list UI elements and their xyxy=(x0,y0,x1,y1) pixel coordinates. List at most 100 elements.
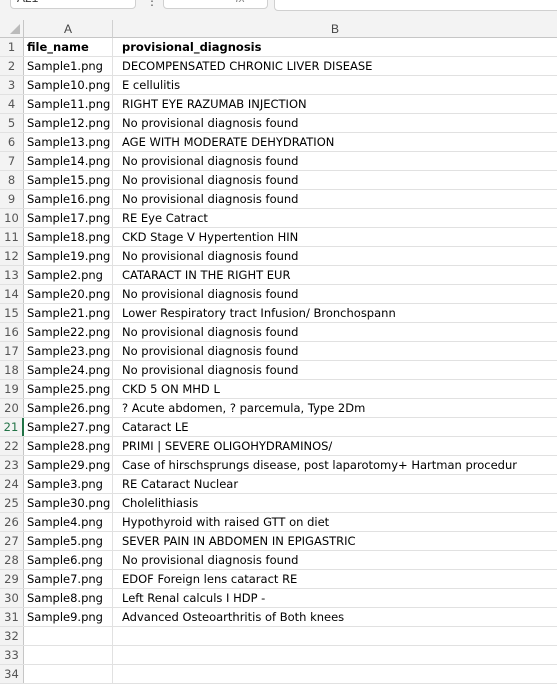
cell[interactable]: RE Cataract Nuclear xyxy=(113,475,557,493)
cell[interactable]: Sample6.png xyxy=(24,551,113,569)
cell[interactable]: No provisional diagnosis found xyxy=(113,285,557,303)
cell[interactable]: Cataract LE xyxy=(113,418,557,436)
cell[interactable]: Sample25.png xyxy=(24,380,113,398)
row-header[interactable]: 26 xyxy=(0,513,24,531)
row-header[interactable]: 5 xyxy=(0,114,24,132)
row-header[interactable]: 33 xyxy=(0,646,24,664)
cell[interactable]: Advanced Osteoarthritis of Both knees xyxy=(113,608,557,626)
cell[interactable]: No provisional diagnosis found xyxy=(113,152,557,170)
cell[interactable]: Sample15.png xyxy=(24,171,113,189)
cell[interactable]: Sample18.png xyxy=(24,228,113,246)
row-header[interactable]: 6 xyxy=(0,133,24,151)
cell[interactable]: ? Acute abdomen, ? parcemula, Type 2Dm xyxy=(113,399,557,417)
row-header[interactable]: 31 xyxy=(0,608,24,626)
cell[interactable]: No provisional diagnosis found xyxy=(113,323,557,341)
cell[interactable]: Cholelithiasis xyxy=(113,494,557,512)
column-header-a[interactable]: A xyxy=(24,20,113,38)
cell[interactable]: Sample13.png xyxy=(24,133,113,151)
cell[interactable]: SEVER PAIN IN ABDOMEN IN EPIGASTRIC xyxy=(113,532,557,550)
row-header[interactable]: 22 xyxy=(0,437,24,455)
cell[interactable]: Sample14.png xyxy=(24,152,113,170)
cell[interactable]: DECOMPENSATED CHRONIC LIVER DISEASE xyxy=(113,57,557,75)
row-header[interactable]: 32 xyxy=(0,627,24,645)
row-header[interactable]: 13 xyxy=(0,266,24,284)
row-header[interactable]: 27 xyxy=(0,532,24,550)
row-header[interactable]: 23 xyxy=(0,456,24,474)
cell[interactable]: PRIMI | SEVERE OLIGOHYDRAMINOS/ xyxy=(113,437,557,455)
row-header[interactable]: 19 xyxy=(0,380,24,398)
row-header[interactable]: 14 xyxy=(0,285,24,303)
row-header[interactable]: 18 xyxy=(0,361,24,379)
column-header-b[interactable]: B xyxy=(113,20,557,38)
cell[interactable]: AGE WITH MODERATE DEHYDRATION xyxy=(113,133,557,151)
row-header[interactable]: 15 xyxy=(0,304,24,322)
cell[interactable]: RE Eye Catract xyxy=(113,209,557,227)
cell[interactable]: Sample4.png xyxy=(24,513,113,531)
row-header[interactable]: 28 xyxy=(0,551,24,569)
cell[interactable]: Sample10.png xyxy=(24,76,113,94)
row-header[interactable]: 2 xyxy=(0,57,24,75)
cell[interactable]: No provisional diagnosis found xyxy=(113,247,557,265)
cell[interactable]: Sample23.png xyxy=(24,342,113,360)
cell[interactable]: Left Renal calculs I HDP - xyxy=(113,589,557,607)
more-icon[interactable]: ⋮ xyxy=(146,0,158,8)
cell[interactable]: Sample22.png xyxy=(24,323,113,341)
cell[interactable]: Case of hirschsprungs disease, post lapa… xyxy=(113,456,557,474)
row-header[interactable]: 8 xyxy=(0,171,24,189)
cell[interactable]: file_name xyxy=(24,38,113,56)
cell[interactable] xyxy=(24,646,113,664)
cell[interactable]: No provisional diagnosis found xyxy=(113,114,557,132)
cell[interactable]: Sample8.png xyxy=(24,589,113,607)
row-header[interactable]: 10 xyxy=(0,209,24,227)
cell[interactable]: Sample12.png xyxy=(24,114,113,132)
cell[interactable]: Sample28.png xyxy=(24,437,113,455)
row-header[interactable]: 3 xyxy=(0,76,24,94)
cell[interactable] xyxy=(24,665,113,683)
row-header[interactable]: 25 xyxy=(0,494,24,512)
row-header[interactable]: 17 xyxy=(0,342,24,360)
cell[interactable]: Lower Respiratory tract Infusion/ Bronch… xyxy=(113,304,557,322)
cell[interactable]: No provisional diagnosis found xyxy=(113,171,557,189)
cell[interactable]: provisional_diagnosis xyxy=(113,38,557,56)
name-box[interactable]: A21 xyxy=(10,0,136,9)
cell[interactable]: Sample29.png xyxy=(24,456,113,474)
cell[interactable]: Sample9.png xyxy=(24,608,113,626)
cell[interactable]: Sample27.png xyxy=(24,418,113,436)
cell[interactable]: CKD 5 ON MHD L xyxy=(113,380,557,398)
row-header[interactable]: 9 xyxy=(0,190,24,208)
cell[interactable]: Sample7.png xyxy=(24,570,113,588)
formula-input[interactable] xyxy=(274,0,557,11)
cell[interactable]: Sample20.png xyxy=(24,285,113,303)
row-header[interactable]: 7 xyxy=(0,152,24,170)
cell[interactable]: Sample30.png xyxy=(24,494,113,512)
row-header[interactable]: 1 xyxy=(0,38,24,56)
cell[interactable]: No provisional diagnosis found xyxy=(113,190,557,208)
cell[interactable]: Hypothyroid with raised GTT on diet xyxy=(113,513,557,531)
cell[interactable]: CKD Stage V Hypertention HIN xyxy=(113,228,557,246)
row-header[interactable]: 24 xyxy=(0,475,24,493)
row-header[interactable]: 16 xyxy=(0,323,24,341)
row-header[interactable]: 34 xyxy=(0,665,24,683)
cell[interactable]: Sample21.png xyxy=(24,304,113,322)
cell[interactable]: E cellulitis xyxy=(113,76,557,94)
row-header[interactable]: 11 xyxy=(0,228,24,246)
row-header[interactable]: 21 xyxy=(0,418,24,436)
cell[interactable]: Sample17.png xyxy=(24,209,113,227)
row-header[interactable]: 20 xyxy=(0,399,24,417)
fx-button[interactable]: fx xyxy=(163,0,268,9)
cell[interactable] xyxy=(113,646,557,664)
row-header[interactable]: 12 xyxy=(0,247,24,265)
cell[interactable]: RIGHT EYE RAZUMAB INJECTION xyxy=(113,95,557,113)
cell[interactable]: Sample24.png xyxy=(24,361,113,379)
cell[interactable] xyxy=(113,665,557,683)
cell[interactable]: EDOF Foreign lens cataract RE xyxy=(113,570,557,588)
row-header[interactable]: 29 xyxy=(0,570,24,588)
cell[interactable]: No provisional diagnosis found xyxy=(113,361,557,379)
cell[interactable]: Sample19.png xyxy=(24,247,113,265)
cell[interactable]: Sample2.png xyxy=(24,266,113,284)
cell[interactable] xyxy=(113,627,557,645)
cell[interactable]: Sample11.png xyxy=(24,95,113,113)
cell[interactable]: Sample5.png xyxy=(24,532,113,550)
cell[interactable]: No provisional diagnosis found xyxy=(113,551,557,569)
cell[interactable]: CATARACT IN THE RIGHT EUR xyxy=(113,266,557,284)
